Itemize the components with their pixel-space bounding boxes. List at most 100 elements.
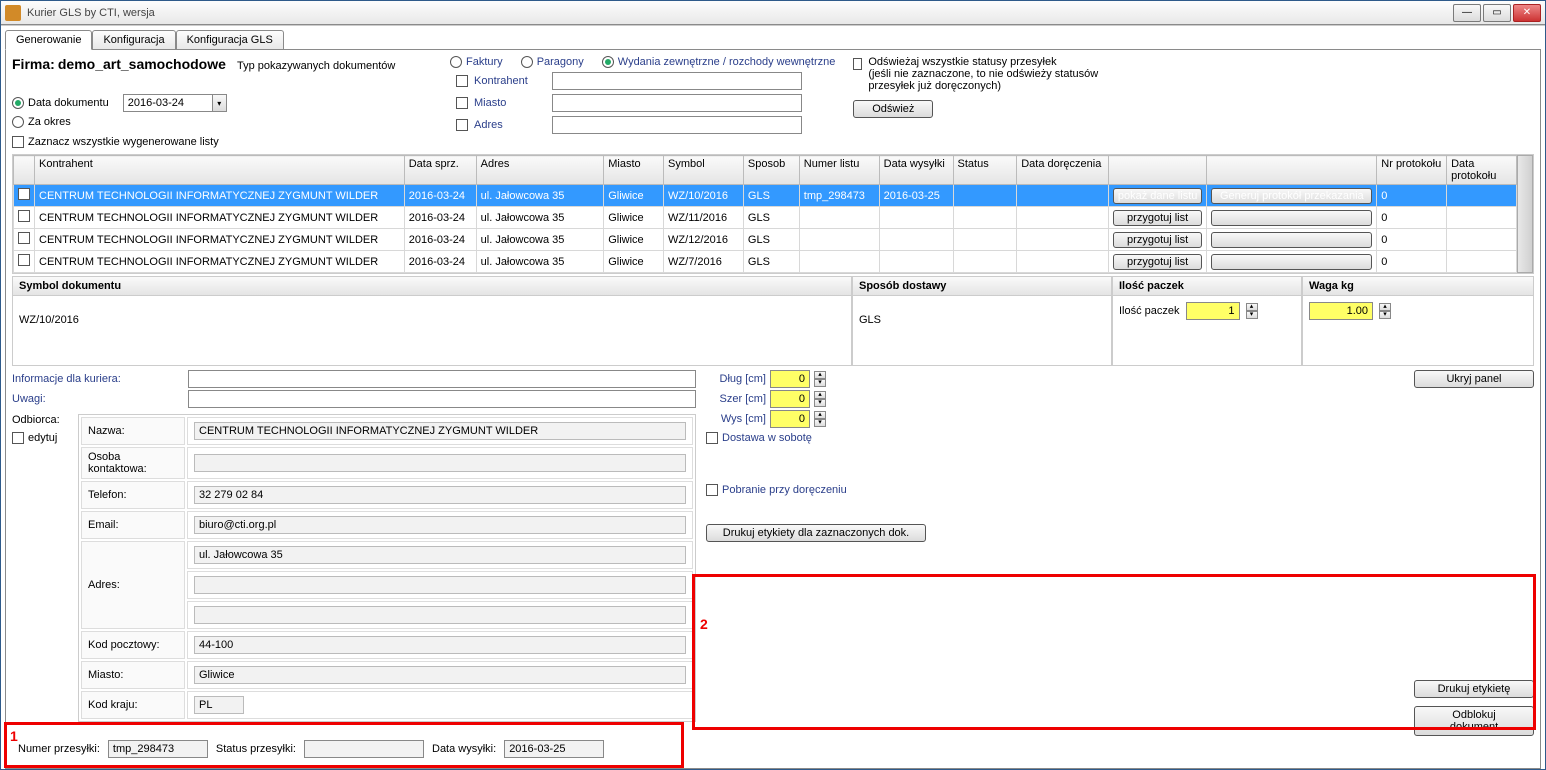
grid-header[interactable] xyxy=(1207,156,1377,185)
grid-header[interactable]: Kontrahent xyxy=(35,156,405,185)
filter-adres-input[interactable] xyxy=(552,116,802,134)
grid-header[interactable] xyxy=(14,156,35,185)
grid-header[interactable] xyxy=(1108,156,1207,185)
grid-cell[interactable] xyxy=(1207,207,1377,229)
nazwa-input[interactable] xyxy=(194,422,686,440)
uwagi-input[interactable] xyxy=(188,390,696,408)
row-checkbox[interactable] xyxy=(18,188,30,200)
ukryj-panel-button[interactable]: Ukryj panel xyxy=(1414,370,1534,388)
email-input[interactable] xyxy=(194,516,686,534)
szer-spinner[interactable]: ▴▾ xyxy=(814,391,826,407)
row-checkbox[interactable] xyxy=(18,254,30,266)
date-dropdown-icon[interactable]: ▾ xyxy=(213,94,227,112)
grid-header[interactable]: Data doręczenia xyxy=(1017,156,1109,185)
dlug-input[interactable] xyxy=(770,370,810,388)
kod-input[interactable] xyxy=(194,636,686,654)
radio-data-dokumentu[interactable]: Data dokumentu ▾ xyxy=(12,94,432,112)
adres-input-1[interactable] xyxy=(194,546,686,564)
pokaz-dane-listu-button[interactable]: pokaż dane listu xyxy=(1113,188,1203,204)
grid-cell[interactable] xyxy=(1207,251,1377,273)
radio-faktury[interactable]: Faktury xyxy=(450,56,503,68)
filter-miasto-input[interactable] xyxy=(552,94,802,112)
odblokuj-dokument-button[interactable]: Odblokuj dokument xyxy=(1414,706,1534,736)
ilosc-spinner[interactable]: ▴▾ xyxy=(1246,303,1258,319)
telefon-input[interactable] xyxy=(194,486,686,504)
osoba-input[interactable] xyxy=(194,454,686,472)
grid-header[interactable]: Sposob xyxy=(743,156,799,185)
info-kurier-input[interactable] xyxy=(188,370,696,388)
checkbox-refresh-all[interactable] xyxy=(853,58,862,70)
grid-cell[interactable]: Generuj protokół przekazania xyxy=(1207,185,1377,207)
szer-input[interactable] xyxy=(770,390,810,408)
grid-scrollbar[interactable] xyxy=(1517,155,1533,273)
table-row[interactable]: CENTRUM TECHNOLOGII INFORMATYCZNEJ ZYGMU… xyxy=(14,207,1517,229)
checkbox-filter-adres[interactable] xyxy=(456,119,468,131)
grid-header[interactable]: Nr protokołu xyxy=(1377,156,1447,185)
grid-cell[interactable] xyxy=(14,229,35,251)
footer-numer-input[interactable] xyxy=(108,740,208,758)
table-row[interactable]: CENTRUM TECHNOLOGII INFORMATYCZNEJ ZYGMU… xyxy=(14,251,1517,273)
grid-cell[interactable] xyxy=(14,185,35,207)
minimize-button[interactable]: — xyxy=(1453,4,1481,22)
checkbox-filter-kontrahent[interactable] xyxy=(456,75,468,87)
checkbox-sobota[interactable]: Dostawa w sobotę xyxy=(706,432,847,444)
maximize-button[interactable]: ▭ xyxy=(1483,4,1511,22)
table-row[interactable]: CENTRUM TECHNOLOGII INFORMATYCZNEJ ZYGMU… xyxy=(14,229,1517,251)
checkbox-edytuj[interactable]: edytuj xyxy=(12,432,72,444)
adres-input-3[interactable] xyxy=(194,606,686,624)
checkbox-filter-miasto[interactable] xyxy=(456,97,468,109)
grid-cell[interactable] xyxy=(14,207,35,229)
grid-cell[interactable] xyxy=(1207,229,1377,251)
filter-kontrahent-input[interactable] xyxy=(552,72,802,90)
waga-spinner[interactable]: ▴▾ xyxy=(1379,303,1391,319)
kraj-input[interactable] xyxy=(194,696,244,714)
miasto-input[interactable] xyxy=(194,666,686,684)
przygotuj-list-button[interactable]: przygotuj list xyxy=(1113,232,1203,248)
grid-header[interactable]: Symbol xyxy=(664,156,744,185)
przygotuj-list-button[interactable]: przygotuj list xyxy=(1113,210,1203,226)
footer-data-input[interactable] xyxy=(504,740,604,758)
grid-header[interactable]: Data sprz. xyxy=(404,156,476,185)
odswiez-button[interactable]: Odśwież xyxy=(853,100,933,118)
grid-cell[interactable]: przygotuj list xyxy=(1108,229,1207,251)
row-checkbox[interactable] xyxy=(18,232,30,244)
wys-input[interactable] xyxy=(770,410,810,428)
grid-cell[interactable]: przygotuj list xyxy=(1108,207,1207,229)
tab-konfiguracja-gls[interactable]: Konfiguracja GLS xyxy=(176,30,284,50)
tab-generowanie[interactable]: Generowanie xyxy=(5,30,92,50)
close-button[interactable]: ✕ xyxy=(1513,4,1541,22)
documents-grid[interactable]: KontrahentData sprz.AdresMiastoSymbolSpo… xyxy=(13,155,1517,273)
grid-cell[interactable]: pokaż dane listu xyxy=(1108,185,1207,207)
radio-wydania[interactable]: Wydania zewnętrzne / rozchody wewnętrzne xyxy=(602,56,836,68)
grid-cell[interactable] xyxy=(14,251,35,273)
grid-header[interactable]: Data wysyłki xyxy=(879,156,953,185)
radio-paragony[interactable]: Paragony xyxy=(521,56,584,68)
checkbox-zaznacz-wszystkie[interactable]: Zaznacz wszystkie wygenerowane listy xyxy=(12,136,432,148)
grid-header[interactable]: Miasto xyxy=(604,156,664,185)
grid-header[interactable]: Status xyxy=(953,156,1017,185)
drukuj-etykiety-zazn-button[interactable]: Drukuj etykiety dla zaznaczonych dok. xyxy=(706,524,926,542)
footer-status-input[interactable] xyxy=(304,740,424,758)
dlug-spinner[interactable]: ▴▾ xyxy=(814,371,826,387)
grid-header[interactable]: Numer listu xyxy=(799,156,879,185)
table-row[interactable]: CENTRUM TECHNOLOGII INFORMATYCZNEJ ZYGMU… xyxy=(14,185,1517,207)
ilosc-paczek-input[interactable] xyxy=(1186,302,1240,320)
checkbox-pobranie[interactable]: Pobranie przy doręczeniu xyxy=(706,484,847,496)
empty-button[interactable] xyxy=(1211,254,1372,270)
empty-button[interactable] xyxy=(1211,210,1372,226)
radio-za-okres[interactable]: Za okres xyxy=(12,116,432,128)
footer-numer-label: Numer przesyłki: xyxy=(18,743,100,755)
waga-input[interactable] xyxy=(1309,302,1373,320)
adres-input-2[interactable] xyxy=(194,576,686,594)
przygotuj-list-button[interactable]: przygotuj list xyxy=(1113,254,1203,270)
wys-spinner[interactable]: ▴▾ xyxy=(814,411,826,427)
data-dokumentu-input[interactable] xyxy=(123,94,213,112)
grid-cell[interactable]: przygotuj list xyxy=(1108,251,1207,273)
tab-konfiguracja[interactable]: Konfiguracja xyxy=(92,30,175,50)
grid-header[interactable]: Adres xyxy=(476,156,604,185)
grid-header[interactable]: Data protokołu xyxy=(1447,156,1517,185)
empty-button[interactable] xyxy=(1211,232,1372,248)
drukuj-etykiete-button[interactable]: Drukuj etykietę xyxy=(1414,680,1534,698)
generuj-protokol-button[interactable]: Generuj protokół przekazania xyxy=(1211,188,1372,204)
row-checkbox[interactable] xyxy=(18,210,30,222)
